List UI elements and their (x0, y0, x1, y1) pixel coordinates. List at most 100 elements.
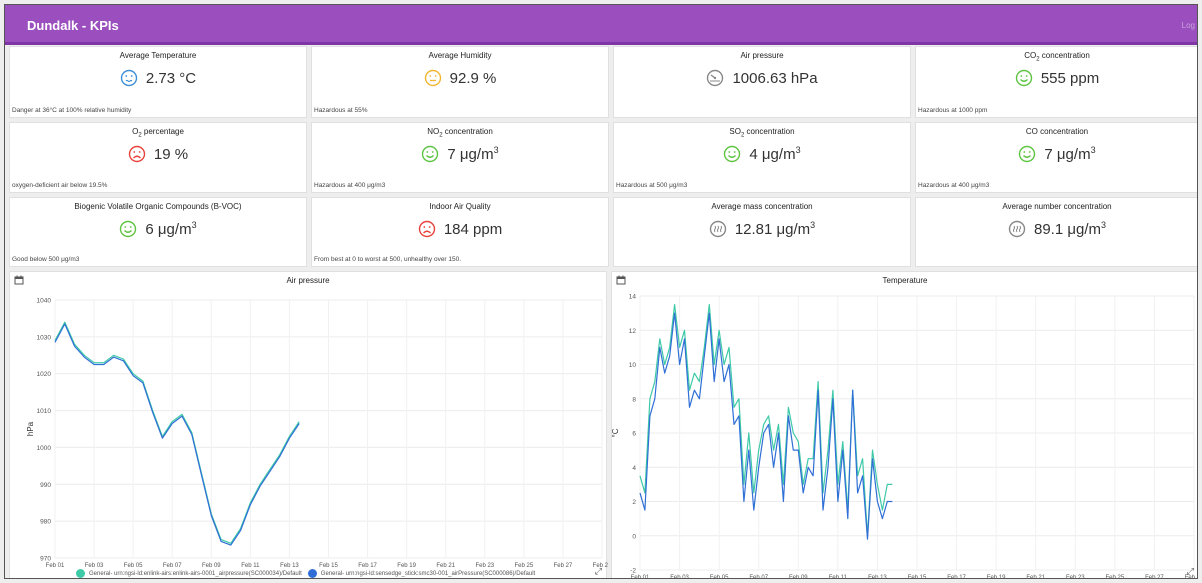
kpi-card: Indoor Air Quality 184 ppm From best at … (311, 197, 609, 267)
kpi-title: CO2 concentration (1024, 51, 1090, 63)
legend-dot-series1[interactable] (76, 569, 85, 578)
y-tick-label: 1040 (37, 298, 52, 305)
x-tick-label: Feb 05 (710, 575, 729, 579)
dashboard-frame: Dundalk - KPIs Log Average Temperature 2… (4, 4, 1198, 579)
x-tick-label: Feb 09 (789, 575, 808, 579)
kpi-card: Average number concentration 89.1 μg/m3 (915, 197, 1197, 267)
air-pressure-chart: Air pressure 970 980 990 1000 1010 1020 1030 10… (9, 271, 608, 578)
kpi-value: 92.9 % (312, 69, 608, 87)
kpi-card: NO2 concentration 7 μg/m3 Hazardous at 4… (311, 122, 609, 193)
happy-face-icon (724, 145, 741, 163)
kpi-note: Hazardous at 55% (314, 107, 368, 114)
kpi-title: Biogenic Volatile Organic Compounds (B-V… (74, 202, 242, 211)
y-axis-label: hPa (26, 421, 35, 436)
series-line-1[interactable] (54, 321, 300, 544)
legend-dot-series2[interactable] (307, 569, 317, 578)
x-tick-label: Feb 19 (987, 575, 1006, 579)
kpi-title: NO2 concentration (427, 127, 493, 139)
y-tick-label: 1000 (37, 445, 52, 452)
kpi-card: O2 percentage 19 % oxygen-deficient air … (9, 122, 307, 193)
temperature-plot-area[interactable]: -2 0 2 4 6 8 10 12 14 Feb 01 Feb 03 Feb 05 Feb 07 Feb… (612, 272, 1198, 579)
kpi-card: Air pressure 1006.63 hPa (613, 46, 911, 118)
y-tick-label: -2 (630, 568, 636, 575)
y-tick-label: 2 (632, 499, 636, 506)
kpi-value: 12.81 μg/m3 (614, 220, 910, 238)
y-tick-label: 6 (632, 431, 636, 438)
kpi-card: Average Temperature 2.73 °C Danger at 36… (9, 46, 307, 118)
kpi-value: 89.1 μg/m3 (916, 220, 1197, 238)
kpi-title: Average Temperature (119, 51, 197, 60)
happy-face-icon (1015, 69, 1033, 87)
kpi-title: Indoor Air Quality (429, 202, 491, 211)
y-tick-label: 1020 (37, 371, 52, 378)
happy-face-icon (1019, 145, 1036, 163)
y-tick-label: 0 (632, 533, 636, 540)
x-tick-label: Feb 25 (1106, 575, 1125, 579)
expand-icon[interactable]: ⤢ (1187, 566, 1194, 577)
x-tick-label: Feb 15 (908, 575, 927, 579)
kpi-card: Average mass concentration 12.81 μg/m3 (613, 197, 911, 267)
happy-face-icon (422, 145, 439, 163)
y-tick-label: 990 (40, 482, 51, 489)
kpi-title: O2 percentage (132, 127, 184, 139)
pressure-plot-area[interactable]: 97098099010001010102010301040Feb 01 Feb 0… (10, 272, 608, 572)
y-tick-label: 970 (40, 556, 51, 563)
x-tick-label: Feb 17 (947, 575, 966, 579)
neutral-face-icon (424, 69, 441, 87)
sad-face-icon (418, 220, 436, 238)
kpi-card: Average Humidity 92.9 % Hazardous at 55% (311, 46, 609, 118)
kpi-title: CO concentration (1025, 127, 1089, 136)
x-tick-label: Feb 21 (1026, 575, 1045, 579)
x-tick-label: Feb 07 (749, 575, 768, 579)
kpi-title: SO2 concentration (729, 127, 795, 139)
kpi-value: 2.73 °C (10, 69, 306, 87)
happy-face-icon (120, 220, 137, 238)
kpi-note: Hazardous at 400 μg/m3 (918, 182, 990, 189)
legend-item-series2[interactable]: General- urn:ngsi-ld:sensedge_stick:smc3… (321, 571, 535, 577)
y-tick-label: 4 (632, 465, 636, 472)
temperature-chart: Temperature -2 0 2 4 6 8 10 12 14 Feb 01 Feb 03 Feb… (611, 271, 1198, 579)
chart-legend: General- urn:ngsi-ld:enlink-airs:enlink-… (70, 569, 535, 578)
x-tick-label: Feb 27 (1145, 575, 1164, 579)
x-tick-label: Feb 01 (46, 563, 65, 569)
y-tick-label: 1010 (37, 408, 52, 415)
x-tick-label: Feb 03 (670, 575, 689, 579)
y-axis-label: °C (612, 428, 620, 437)
kpi-value: 19 % (10, 145, 306, 163)
particles-icon (1008, 220, 1026, 238)
x-tick-label: Feb 23 (1066, 575, 1085, 579)
kpi-value: 1006.63 hPa (614, 69, 910, 87)
gauge-icon (707, 69, 724, 87)
kpi-value: 7 μg/m3 (312, 145, 608, 163)
y-tick-label: 10 (629, 362, 637, 369)
kpi-value: 6 μg/m3 (10, 220, 306, 238)
y-tick-label: 14 (629, 294, 637, 301)
expand-icon[interactable]: ⤢ (595, 566, 602, 577)
kpi-note: Hazardous at 400 μg/m3 (314, 182, 386, 189)
kpi-card: Biogenic Volatile Organic Compounds (B-V… (9, 197, 307, 267)
kpi-note: Hazardous at 1000 ppm (918, 107, 988, 114)
header-bar: Dundalk - KPIs Log (5, 5, 1197, 45)
kpi-value: 7 μg/m3 (916, 145, 1197, 163)
kpi-value: 184 ppm (312, 220, 608, 238)
x-tick-label: Feb 11 (829, 575, 848, 579)
kpi-note: Danger at 36°C at 100% relative humidity (12, 107, 132, 114)
series-line-2[interactable] (54, 323, 300, 546)
kpi-note: Good below 500 μg/m3 (12, 256, 80, 263)
y-tick-label: 1030 (37, 334, 52, 341)
kpi-card: SO2 concentration 4 μg/m3 Hazardous at 5… (613, 122, 911, 193)
kpi-card: CO concentration 7 μg/m3 Hazardous at 40… (915, 122, 1197, 193)
kpi-title: Air pressure (740, 51, 784, 60)
logout-link[interactable]: Log (1182, 21, 1195, 30)
y-tick-label: 980 (40, 519, 51, 526)
series-line-2[interactable] (639, 312, 893, 540)
kpi-value: 4 μg/m3 (614, 145, 910, 163)
x-tick-label: Feb 27 (554, 563, 573, 569)
x-tick-label: Feb 01 (631, 575, 650, 579)
sad-face-icon (128, 145, 146, 163)
y-tick-label: 8 (632, 396, 636, 403)
kpi-title: Average mass concentration (711, 202, 813, 211)
kpi-note: oxygen-deficient air below 19.5% (12, 182, 108, 189)
legend-item-series1[interactable]: General- urn:ngsi-ld:enlink-airs:enlink-… (89, 571, 302, 577)
x-tick-label: Feb 13 (868, 575, 887, 579)
